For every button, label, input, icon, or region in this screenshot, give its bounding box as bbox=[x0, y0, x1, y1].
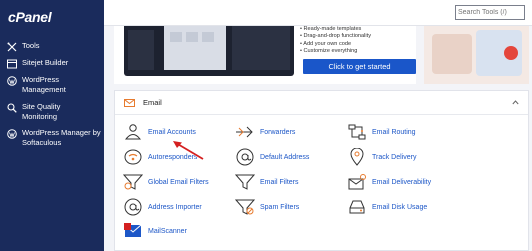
spam-filter-icon bbox=[235, 199, 255, 215]
envelope-icon bbox=[124, 99, 135, 107]
at-sign-icon bbox=[236, 148, 254, 166]
email-section-title: Email bbox=[143, 98, 162, 107]
email-accounts-label: Email Accounts bbox=[148, 128, 196, 136]
wordpress-icon bbox=[7, 129, 17, 139]
magnifier-icon bbox=[7, 103, 17, 113]
email-disk-usage-label: Email Disk Usage bbox=[372, 203, 428, 211]
filter-icon bbox=[235, 174, 255, 190]
sidebar-item-wordpress-manager[interactable]: WordPress Manager by Softaculous bbox=[7, 128, 103, 148]
forwarders-label: Forwarders bbox=[260, 128, 296, 136]
search-tools-input[interactable] bbox=[455, 5, 525, 20]
email-accounts-item[interactable]: Email Accounts bbox=[123, 123, 196, 141]
spam-filters-label: Spam Filters bbox=[260, 203, 300, 211]
default-address-item[interactable]: Default Address bbox=[235, 148, 309, 166]
feature-item: Add your own code bbox=[300, 41, 371, 48]
sitejet-preview-image bbox=[124, 26, 294, 76]
email-section-header[interactable]: Email bbox=[115, 91, 528, 115]
sidebar: cPanel Tools Sitejet Builder WordPress M… bbox=[0, 0, 104, 251]
global-email-filters-label: Global Email Filters bbox=[148, 178, 209, 186]
tools-icon bbox=[7, 42, 17, 52]
sidebar-item-wordpress-management[interactable]: WordPress Management bbox=[7, 75, 99, 95]
mailscanner-icon bbox=[124, 223, 142, 237]
chevron-up-icon[interactable] bbox=[512, 99, 519, 106]
sitejet-promo-card: Ready-made templates Drag-and-drop funct… bbox=[114, 26, 416, 84]
feature-item: Drag-and-drop functionality bbox=[300, 33, 371, 40]
at-import-icon bbox=[124, 198, 142, 216]
spam-filters-item[interactable]: Spam Filters bbox=[235, 198, 299, 216]
cpanel-logo[interactable]: cPanel bbox=[8, 9, 52, 25]
sidebar-item-label: Tools bbox=[22, 41, 40, 50]
track-delivery-label: Track Delivery bbox=[372, 153, 417, 161]
mailscanner-item[interactable]: MailScanner bbox=[123, 222, 187, 240]
email-routing-label: Email Routing bbox=[372, 128, 416, 136]
default-address-label: Default Address bbox=[260, 153, 310, 161]
sitejet-icon bbox=[7, 59, 17, 69]
sidebar-item-tools[interactable]: Tools bbox=[7, 41, 40, 52]
get-started-button[interactable]: Click to get started bbox=[303, 59, 416, 74]
email-section: Email Email Accounts Forwarders Email Ro… bbox=[114, 90, 529, 251]
email-filters-label: Email Filters bbox=[260, 178, 299, 186]
forward-arrow-icon bbox=[236, 126, 253, 138]
address-importer-label: Address Importer bbox=[148, 203, 202, 211]
sidebar-item-site-quality-monitoring[interactable]: Site Quality Monitoring bbox=[7, 102, 99, 122]
address-importer-item[interactable]: Address Importer bbox=[123, 198, 202, 216]
sidebar-item-label: WordPress Manager by Softaculous bbox=[22, 128, 101, 147]
email-routing-item[interactable]: Email Routing bbox=[347, 123, 416, 141]
sitejet-feature-list: Ready-made templates Drag-and-drop funct… bbox=[300, 26, 371, 56]
sidebar-item-label: WordPress Management bbox=[22, 75, 66, 94]
email-disk-usage-item[interactable]: Email Disk Usage bbox=[347, 198, 427, 216]
cpanel-app: cPanel Tools Sitejet Builder WordPress M… bbox=[0, 0, 532, 251]
feature-item: Ready-made templates bbox=[300, 26, 371, 33]
template-preview-image bbox=[424, 26, 529, 84]
autoresponder-icon bbox=[124, 149, 142, 165]
wordpress-icon bbox=[7, 76, 17, 86]
email-filters-item[interactable]: Email Filters bbox=[235, 173, 299, 191]
map-pin-icon bbox=[350, 148, 364, 166]
feature-item: Customize everything bbox=[300, 48, 371, 55]
sidebar-item-label: Sitejet Builder bbox=[22, 58, 69, 67]
autoresponders-label: Autoresponders bbox=[148, 153, 198, 161]
user-icon bbox=[124, 124, 142, 140]
globe-filter-icon bbox=[123, 174, 143, 190]
sidebar-item-sitejet[interactable]: Sitejet Builder bbox=[7, 58, 68, 69]
autoresponders-item[interactable]: Autoresponders bbox=[123, 148, 197, 166]
global-email-filters-item[interactable]: Global Email Filters bbox=[123, 173, 209, 191]
disk-icon bbox=[349, 200, 365, 214]
forwarders-item[interactable]: Forwarders bbox=[235, 123, 295, 141]
email-deliverability-item[interactable]: Email Deliverability bbox=[347, 173, 431, 191]
sidebar-item-label: Site Quality Monitoring bbox=[22, 102, 61, 121]
mailscanner-label: MailScanner bbox=[148, 227, 187, 235]
track-delivery-item[interactable]: Track Delivery bbox=[347, 148, 416, 166]
key-deliverability-icon bbox=[348, 174, 366, 190]
email-deliverability-label: Email Deliverability bbox=[372, 178, 432, 186]
routing-icon bbox=[348, 124, 366, 140]
